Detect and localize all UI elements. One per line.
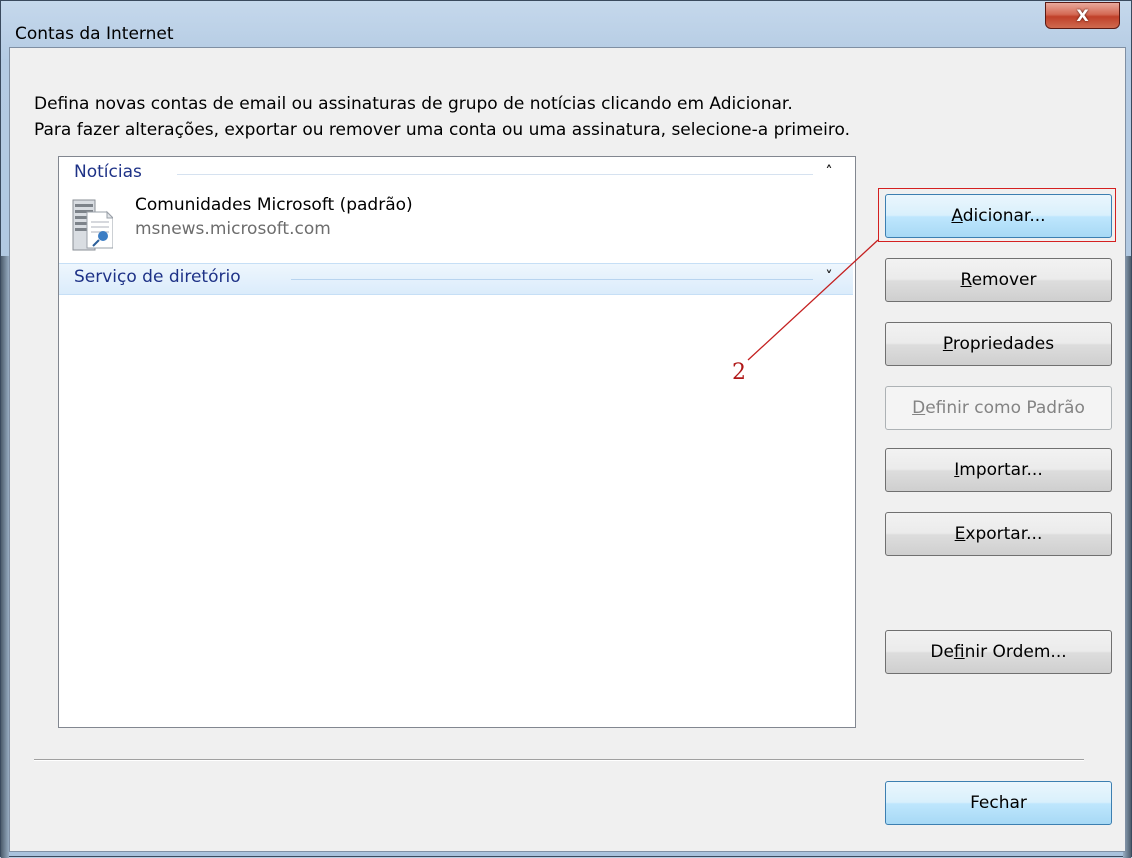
set-default-label: efinir como Padrão [925,398,1085,418]
close-icon: X [1076,6,1089,25]
annotation-highlight-box [878,188,1116,242]
remove-label: emover [971,270,1037,290]
import-button[interactable]: Importar... [885,448,1112,492]
dialog-client-area: Defina novas contas de email ou assinatu… [9,47,1126,852]
set-order-label-pre: De [930,642,954,662]
news-server-icon [72,199,113,251]
window-title: Contas da Internet [15,24,174,44]
internet-accounts-dialog: Contas da Internet X Defina novas contas… [0,0,1132,858]
import-label: mportar... [959,460,1043,480]
set-default-accel: D [912,398,926,418]
properties-accel: P [942,334,953,354]
bottom-separator [34,759,1084,761]
chevron-up-icon[interactable]: ˄ [821,161,837,183]
account-server: msnews.microsoft.com [135,219,331,239]
export-accel: E [954,524,966,544]
chevron-down-icon[interactable]: ˅ [821,266,837,288]
title-bar[interactable]: Contas da Internet [1,1,1131,44]
set-order-label: inir Ordem... [964,642,1067,662]
properties-label: ropriedades [952,334,1055,354]
group-divider-directory [291,279,813,280]
export-button[interactable]: Exportar... [885,512,1112,556]
group-title-directory-service: Serviço de diretório [74,267,241,287]
close-window-button[interactable]: X [1045,2,1120,29]
list-item[interactable]: Comunidades Microsoft (padrão) msnews.mi… [65,192,845,252]
set-default-button[interactable]: Definir como Padrão [885,386,1112,430]
group-header-news[interactable]: Notícias ˄ [59,159,853,189]
accounts-list[interactable]: Notícias ˄ Comunidades Microsoft (padrão… [58,156,856,728]
annotation-step-number: 2 [732,360,746,385]
group-title-news: Notícias [74,162,142,182]
close-button[interactable]: Fechar [885,781,1112,825]
instructions-text: Defina novas contas de email ou assinatu… [34,91,850,143]
properties-button[interactable]: Propriedades [885,322,1112,366]
set-order-accel: f [953,642,965,662]
instructions-line-1: Defina novas contas de email ou assinatu… [34,94,793,114]
group-divider-news [177,174,813,175]
remove-button[interactable]: Remover [885,258,1112,302]
window-frame-left [1,256,9,858]
set-order-button[interactable]: Definir Ordem... [885,630,1112,674]
remove-accel: R [960,270,972,290]
group-header-directory-service[interactable]: Serviço de diretório ˅ [59,263,853,295]
instructions-line-2: Para fazer alterações, exportar ou remov… [34,120,850,140]
export-label: xportar... [965,524,1043,544]
account-name: Comunidades Microsoft (padrão) [135,195,413,215]
